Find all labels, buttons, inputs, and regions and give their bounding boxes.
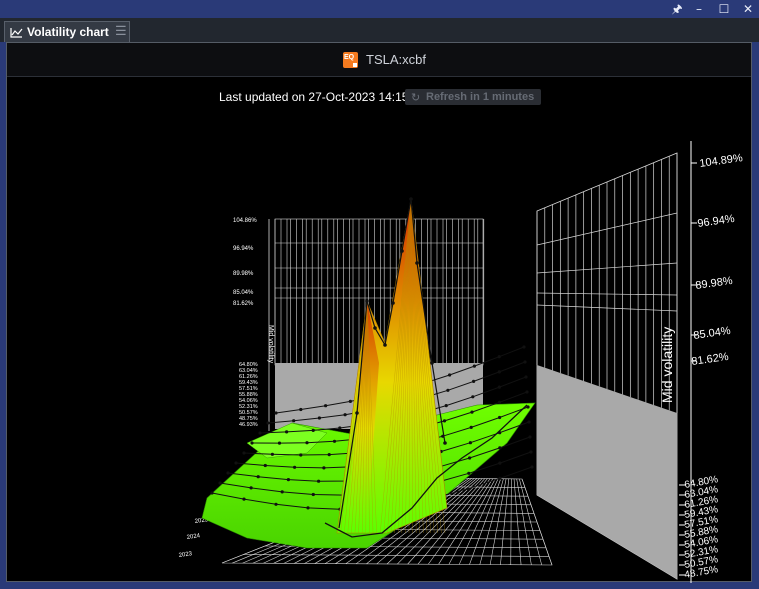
surface-point (373, 326, 377, 330)
svg-text:2023: 2023 (178, 551, 193, 559)
svg-text:2024: 2024 (186, 533, 201, 541)
back-z-tick-label: 89.98% (233, 271, 254, 277)
maximize-icon[interactable]: ☐ (716, 1, 732, 17)
back-z-axis-label: Mid volatility (267, 325, 274, 364)
right-wall: Mid volatility 104.89% 96.94% 89.98% 85.04%… (536, 141, 744, 583)
surface-point (415, 261, 419, 265)
refresh-button[interactable]: ↻ Refresh in 1 minutes (405, 89, 541, 105)
surface-point (383, 343, 387, 347)
z-tick-label: 81.62% (691, 351, 730, 368)
equity-badge-icon: EQ (343, 52, 358, 68)
tab-label: Volatility chart (27, 25, 109, 39)
surface-point (391, 301, 395, 305)
surface-point (355, 411, 359, 415)
back-z-tick-label: 46.93% (239, 422, 258, 428)
z-axis-label: Mid volatility (659, 327, 675, 403)
hamburger-menu-icon[interactable]: ☰ (115, 24, 127, 38)
volatility-surface-chart[interactable]: Mid volatility 104.86% 96.94% 89.98% 85.04%… (7, 113, 751, 583)
surface-point (430, 361, 434, 365)
line-chart-icon (10, 28, 23, 38)
refresh-icon: ↻ (411, 92, 421, 104)
window-titlebar: 🖈︎ – ☐ ✕ (0, 0, 759, 18)
surface-point (443, 441, 447, 445)
back-z-tick-label: 96.94% (233, 246, 254, 252)
close-icon[interactable]: ✕ (740, 1, 756, 17)
z-tick-label: 96.94% (697, 213, 736, 230)
pin-icon[interactable]: 🖈︎ (669, 1, 685, 17)
panel-header: EQ TSLA:xcbf (7, 43, 751, 77)
minimize-icon[interactable]: – (691, 1, 707, 17)
symbol-label: TSLA:xcbf (366, 52, 426, 67)
back-z-tick-label: 81.62% (233, 301, 254, 307)
tab-bar: Volatility chart ☰ (0, 18, 759, 42)
chart-panel: EQ TSLA:xcbf Last updated on 27-Oct-2023… (6, 42, 752, 583)
last-updated-text: Last updated on 27-Oct-2023 14:15 (219, 90, 409, 104)
surface-point (409, 197, 413, 201)
z-tick-label: 89.98% (695, 275, 734, 292)
back-z-tick-label: 104.86% (233, 218, 257, 224)
back-z-tick-label: 85.04% (233, 290, 254, 296)
z-tick-label: 85.04% (693, 325, 732, 342)
surface-point (365, 299, 369, 303)
tab-volatility-chart[interactable]: Volatility chart ☰ (4, 21, 130, 42)
surface-point (400, 249, 404, 253)
refresh-label: Refresh in 1 minutes (426, 91, 535, 103)
z-tick-label: 104.89% (699, 152, 744, 170)
